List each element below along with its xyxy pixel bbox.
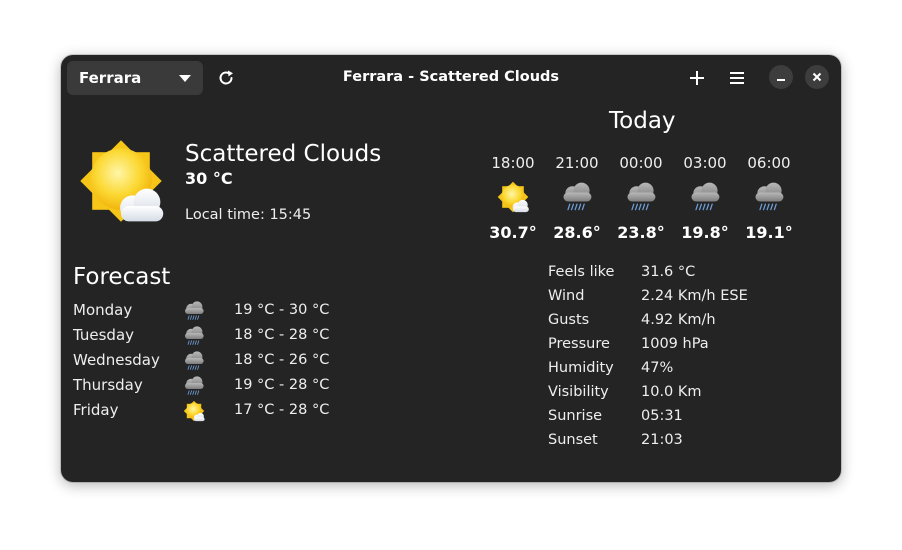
detail-value: 10.0 Km: [641, 384, 702, 400]
hour-temperature: 19.8°: [681, 223, 729, 242]
rain-icon: [181, 349, 207, 373]
local-time: Local time: 15:45: [185, 207, 312, 223]
detail-label: Sunrise: [548, 408, 603, 424]
hour-temperature: 28.6°: [553, 223, 601, 242]
detail-label: Gusts: [548, 312, 590, 328]
forecast-range: 19 °C - 28 °C: [234, 377, 330, 393]
minimize-button[interactable]: [769, 65, 793, 89]
hour-time: 03:00: [683, 154, 727, 172]
detail-label: Wind: [548, 288, 585, 304]
rain-icon: [181, 374, 207, 398]
rain-icon: [181, 299, 207, 323]
detail-value: 21:03: [641, 432, 683, 448]
forecast-day: Friday: [73, 401, 119, 419]
current-temperature: 30 °C: [185, 169, 233, 188]
hour-time: 18:00: [491, 154, 535, 172]
detail-label: Pressure: [548, 336, 610, 352]
hour-temperature: 19.1°: [745, 223, 793, 242]
hour-temperature: 23.8°: [617, 223, 665, 242]
weather-window: Ferrara Ferrara - Scattered Clouds Scatt…: [61, 55, 841, 482]
hour-time: 21:00: [555, 154, 599, 172]
forecast-day: Monday: [73, 301, 133, 319]
hour-time: 00:00: [619, 154, 663, 172]
forecast-day: Tuesday: [73, 326, 135, 344]
close-icon: [812, 72, 822, 82]
detail-label: Visibility: [548, 384, 609, 400]
rain-icon: [751, 179, 787, 215]
forecast-day: Thursday: [73, 376, 143, 394]
close-button[interactable]: [805, 65, 829, 89]
current-condition: Scattered Clouds: [185, 141, 382, 167]
rain-icon: [687, 179, 723, 215]
main-menu-button[interactable]: [722, 63, 752, 93]
header-bar: Ferrara Ferrara - Scattered Clouds: [61, 55, 841, 101]
sun-cloud-icon: [73, 133, 169, 229]
forecast-title: Forecast: [73, 264, 171, 290]
sun-cloud-icon: [495, 179, 531, 215]
detail-value: 47%: [641, 360, 674, 376]
plus-icon: [690, 71, 704, 85]
detail-value: 2.24 Km/h ESE: [641, 288, 748, 304]
rain-icon: [559, 179, 595, 215]
hour-time: 06:00: [747, 154, 791, 172]
forecast-range: 18 °C - 28 °C: [234, 327, 330, 343]
minimize-icon: [777, 79, 785, 81]
add-location-button[interactable]: [682, 63, 712, 93]
detail-label: Sunset: [548, 432, 598, 448]
detail-value: 4.92 Km/h: [641, 312, 716, 328]
hamburger-menu-icon: [730, 72, 744, 84]
hour-temperature: 30.7°: [489, 223, 537, 242]
today-title: Today: [609, 108, 676, 134]
forecast-range: 19 °C - 30 °C: [234, 302, 330, 318]
detail-value: 1009 hPa: [641, 336, 709, 352]
forecast-range: 17 °C - 28 °C: [234, 402, 330, 418]
detail-value: 31.6 °C: [641, 264, 696, 280]
forecast-range: 18 °C - 26 °C: [234, 352, 330, 368]
detail-value: 05:31: [641, 408, 683, 424]
rain-icon: [623, 179, 659, 215]
sun-cloud-icon: [181, 399, 207, 423]
detail-label: Feels like: [548, 264, 615, 280]
rain-icon: [181, 324, 207, 348]
detail-label: Humidity: [548, 360, 614, 376]
forecast-day: Wednesday: [73, 351, 160, 369]
